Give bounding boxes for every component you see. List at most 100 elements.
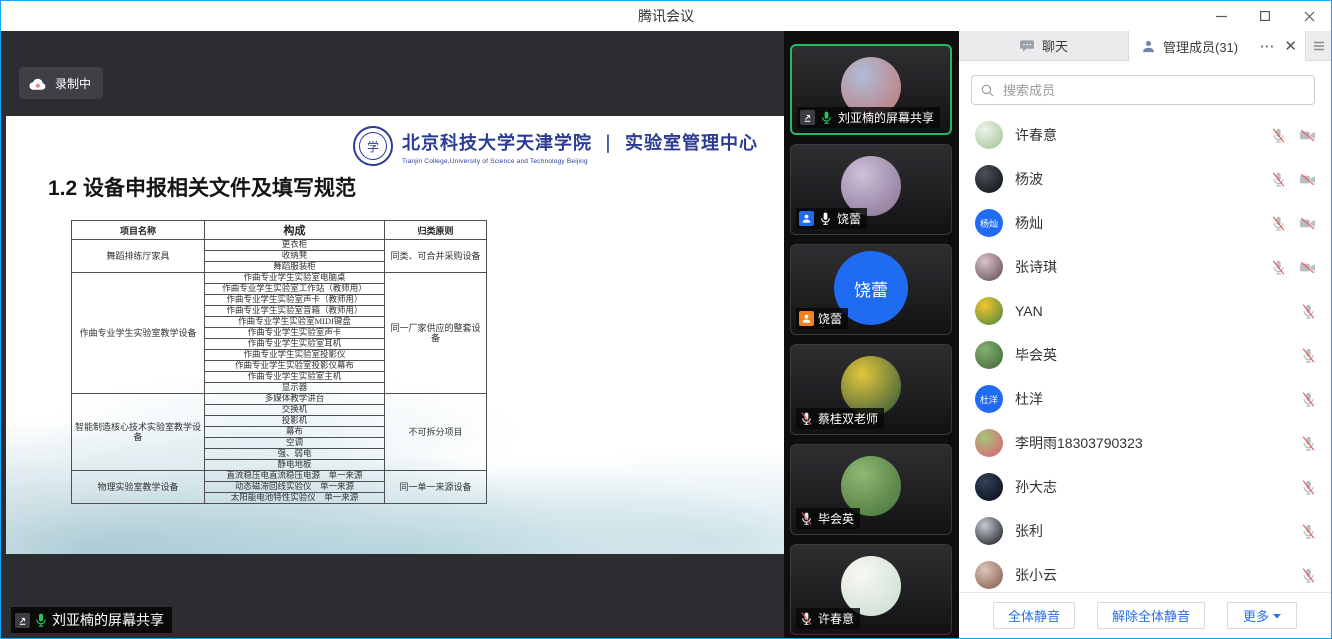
camera-muted-icon[interactable] bbox=[1298, 215, 1317, 232]
component-cell: 幕布 bbox=[205, 427, 385, 438]
maximize-button[interactable] bbox=[1243, 1, 1287, 31]
member-list[interactable]: 许春意 杨波 杨灿 杨灿 张诗琪 bbox=[959, 113, 1331, 592]
member-row[interactable]: 毕会英 bbox=[959, 333, 1331, 377]
panel-tab-bar: 聊天 管理成员(31) ⋯ ✕ bbox=[959, 31, 1331, 61]
window-title: 腾讯会议 bbox=[1, 6, 1331, 26]
mic-muted-icon[interactable] bbox=[1300, 479, 1317, 496]
project-name-cell: 舞蹈排练厅家具 bbox=[72, 240, 205, 273]
mic-muted-icon[interactable] bbox=[799, 411, 814, 426]
participant-name: 饶蕾 bbox=[837, 210, 861, 227]
avatar: 杨灿 bbox=[975, 209, 1003, 237]
participant-tile[interactable]: 刘亚楠的屏幕共享 bbox=[790, 44, 952, 135]
search-input[interactable] bbox=[1001, 82, 1306, 99]
slide-table: 项目名称构成归类原则 舞蹈排练厅家具更衣柜同类、可合并采购设备收纳凳舞蹈服装柜作… bbox=[71, 220, 487, 504]
member-name: 张利 bbox=[1015, 521, 1043, 541]
participant-tile[interactable]: 饶蕾 bbox=[790, 144, 952, 235]
avatar bbox=[975, 341, 1003, 369]
component-cell: 作曲专业学生实验室投影仪幕布 bbox=[205, 361, 385, 372]
member-name: 孙大志 bbox=[1015, 477, 1057, 497]
member-row[interactable]: 许春意 bbox=[959, 113, 1331, 157]
school-name: 北京科技大学天津学院 bbox=[402, 129, 592, 155]
minimize-button[interactable] bbox=[1199, 1, 1243, 31]
mute-all-button[interactable]: 全体静音 bbox=[993, 602, 1075, 629]
member-icon bbox=[1141, 39, 1156, 54]
mic-muted-icon[interactable] bbox=[1270, 215, 1287, 232]
mic-muted-icon[interactable] bbox=[1300, 303, 1317, 320]
participant-tile[interactable]: 蔡桂双老师 bbox=[790, 344, 952, 435]
tab-members[interactable]: 管理成员(31) ⋯ ✕ bbox=[1129, 31, 1305, 61]
avatar bbox=[975, 165, 1003, 193]
member-row[interactable]: 张诗琪 bbox=[959, 245, 1331, 289]
dept-name: 实验室管理中心 bbox=[625, 129, 758, 155]
more-options-icon[interactable]: ⋯ bbox=[1259, 39, 1274, 54]
tab-chat[interactable]: 聊天 bbox=[959, 31, 1129, 61]
component-cell: 空调 bbox=[205, 438, 385, 449]
participant-tile[interactable]: 许春意 bbox=[790, 544, 952, 635]
collapse-panel-button[interactable] bbox=[1305, 31, 1331, 61]
member-row[interactable]: 孙大志 bbox=[959, 465, 1331, 509]
participant-tile[interactable]: 毕会英 bbox=[790, 444, 952, 535]
close-button[interactable] bbox=[1287, 1, 1331, 31]
unmute-all-button[interactable]: 解除全体静音 bbox=[1097, 602, 1205, 629]
table-row: 智能制造核心技术实验室教学设备多媒体教学讲台不可拆分项目 bbox=[72, 394, 487, 405]
member-row[interactable]: 张利 bbox=[959, 509, 1331, 553]
school-name-en: Tianjin College,University of Science an… bbox=[402, 158, 758, 165]
member-search[interactable] bbox=[971, 75, 1315, 105]
mic-muted-icon[interactable] bbox=[799, 611, 814, 626]
member-row[interactable]: 张小云 bbox=[959, 553, 1331, 592]
member-row[interactable]: 杨灿 杨灿 bbox=[959, 201, 1331, 245]
member-badge-icon bbox=[799, 311, 814, 326]
member-name: 杨波 bbox=[1015, 169, 1043, 189]
mic-on-icon[interactable] bbox=[818, 211, 833, 226]
more-button[interactable]: 更多 bbox=[1227, 602, 1297, 629]
member-row[interactable]: 李明雨18303790323 bbox=[959, 421, 1331, 465]
member-row[interactable]: 杨波 bbox=[959, 157, 1331, 201]
table-row: 物理实验室教学设备直流稳压电直流稳压电源 单一来源同一单一来源设备 bbox=[72, 471, 487, 482]
caret-down-icon bbox=[1273, 613, 1281, 619]
participant-tile[interactable]: 饶蕾 饶蕾 bbox=[790, 244, 952, 335]
member-badge-icon bbox=[799, 211, 814, 226]
camera-muted-icon[interactable] bbox=[1298, 259, 1317, 276]
avatar bbox=[975, 473, 1003, 501]
component-cell: 显示器 bbox=[205, 383, 385, 394]
mic-on-icon bbox=[33, 612, 49, 628]
component-cell: 多媒体教学讲台 bbox=[205, 394, 385, 405]
mic-muted-icon[interactable] bbox=[1270, 171, 1287, 188]
header-separator: 丨 bbox=[598, 128, 619, 157]
mic-muted-icon[interactable] bbox=[1300, 435, 1317, 452]
slide-table-header-row: 项目名称构成归类原则 bbox=[72, 221, 487, 240]
camera-muted-icon[interactable] bbox=[1298, 171, 1317, 188]
screen-share-icon bbox=[800, 110, 815, 125]
participant-filmstrip: 刘亚楠的屏幕共享 饶蕾饶蕾 饶蕾 蔡桂双老师 毕会英 许春意 bbox=[784, 31, 959, 638]
participant-label: 饶蕾 bbox=[796, 208, 867, 229]
component-cell: 作曲专业学生实验室MIDI键盘 bbox=[205, 317, 385, 328]
close-panel-icon[interactable]: ✕ bbox=[1284, 39, 1297, 54]
mic-muted-icon[interactable] bbox=[1300, 523, 1317, 540]
component-cell: 作曲专业学生实验室工作站（教师用） bbox=[205, 284, 385, 295]
mic-muted-icon[interactable] bbox=[1300, 347, 1317, 364]
table-header-cell: 项目名称 bbox=[72, 221, 205, 240]
participant-label: 刘亚楠的屏幕共享 bbox=[797, 107, 940, 128]
avatar bbox=[975, 517, 1003, 545]
component-cell: 交换机 bbox=[205, 405, 385, 416]
mic-muted-icon[interactable] bbox=[1270, 127, 1287, 144]
component-cell: 收纳凳 bbox=[205, 251, 385, 262]
member-row[interactable]: 杜洋 杜洋 bbox=[959, 377, 1331, 421]
participant-label: 许春意 bbox=[796, 608, 860, 629]
mic-on-icon[interactable] bbox=[819, 110, 834, 125]
mic-muted-icon[interactable] bbox=[1300, 391, 1317, 408]
mic-muted-icon[interactable] bbox=[799, 511, 814, 526]
avatar bbox=[975, 121, 1003, 149]
camera-muted-icon[interactable] bbox=[1298, 127, 1317, 144]
member-name: 杜洋 bbox=[1015, 389, 1043, 409]
mic-muted-icon[interactable] bbox=[1270, 259, 1287, 276]
component-cell: 作曲专业学生实验室音箱（教师用） bbox=[205, 306, 385, 317]
tab-chat-label: 聊天 bbox=[1042, 36, 1068, 55]
component-cell: 作曲专业学生实验室声卡 bbox=[205, 328, 385, 339]
mic-muted-icon[interactable] bbox=[1300, 567, 1317, 584]
participant-name: 毕会英 bbox=[818, 510, 854, 527]
member-row[interactable]: YAN bbox=[959, 289, 1331, 333]
main-content: 录制中 学 北京科技大学天津学院 丨 实验室管理中心 Tianjin Colle… bbox=[1, 31, 1331, 638]
component-cell: 作曲专业学生实验室电脑桌 bbox=[205, 273, 385, 284]
project-name-cell: 物理实验室教学设备 bbox=[72, 471, 205, 504]
